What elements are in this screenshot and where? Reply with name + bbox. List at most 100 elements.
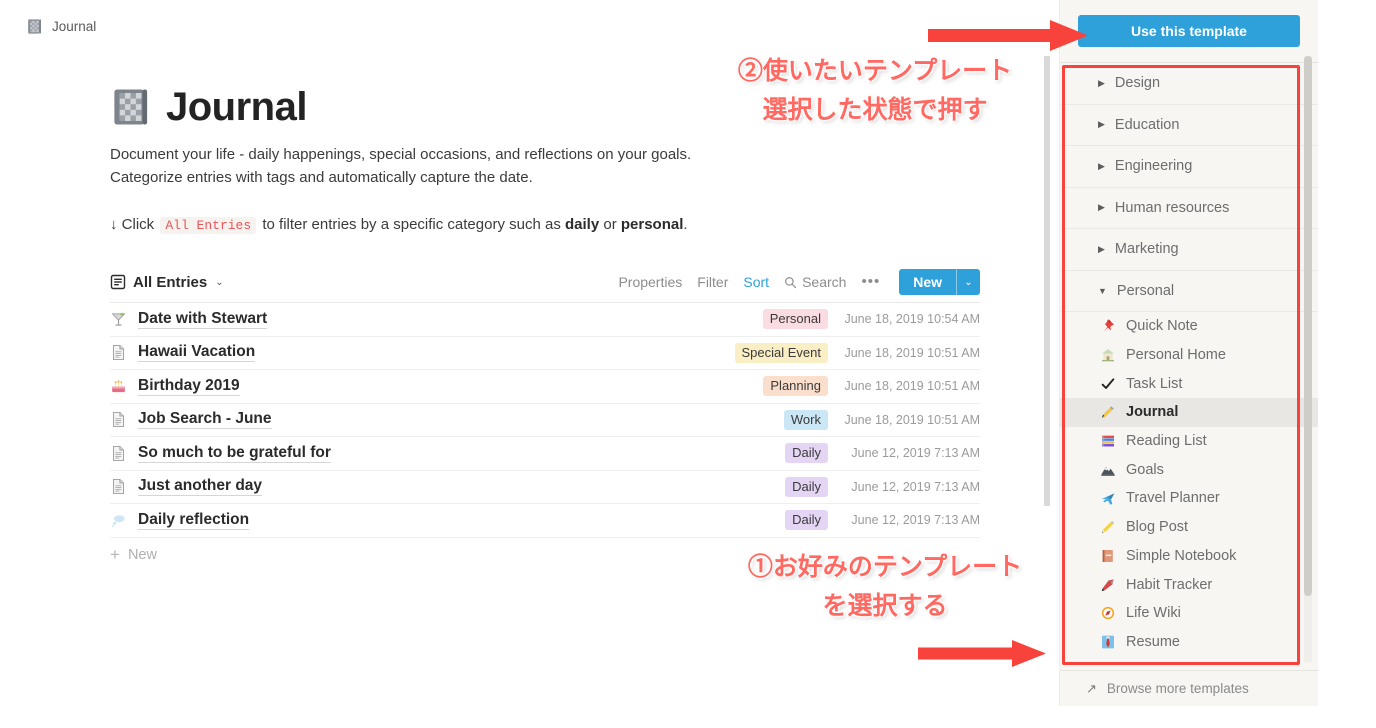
template-category-label: Human resources — [1114, 199, 1230, 216]
entry-title[interactable]: Date with Stewart — [138, 310, 268, 329]
template-item-habit-tracker[interactable]: Habit Tracker — [1060, 570, 1318, 599]
check-mark-icon — [1101, 378, 1115, 389]
template-item-personal-home[interactable]: Personal Home — [1060, 341, 1318, 370]
page-title-row: Journal — [110, 86, 980, 128]
entry-title[interactable]: Birthday 2019 — [138, 377, 240, 396]
new-button[interactable]: New — [899, 269, 956, 296]
template-scrollbar-thumb[interactable] — [1304, 56, 1312, 596]
pen-icon — [1102, 406, 1114, 419]
triangle-right-icon: ▶ — [1098, 119, 1105, 130]
template-item-reading-list[interactable]: Reading List — [1060, 427, 1318, 456]
entry-title[interactable]: Hawaii Vacation — [138, 343, 256, 363]
template-item-label: Simple Notebook — [1126, 547, 1237, 564]
table-row[interactable]: Just another day Daily June 12, 2019 7:13 … — [110, 471, 980, 505]
browse-more-templates[interactable]: ↗ Browse more templates — [1060, 670, 1318, 706]
template-item-task-list[interactable]: Task List — [1060, 369, 1318, 398]
use-this-template-button[interactable]: Use this template — [1078, 15, 1300, 47]
chevron-down-icon: ⌄ — [215, 276, 224, 288]
hint-prefix: ↓ Click — [110, 215, 155, 233]
entry-title[interactable]: So much to be grateful for — [138, 444, 331, 463]
triangle-right-icon: ▶ — [1098, 202, 1105, 213]
template-category-personal[interactable]: ▼ Personal — [1060, 271, 1318, 312]
template-item-blog-post[interactable]: Blog Post — [1060, 513, 1318, 542]
entry-date: June 12, 2019 7:13 AM — [851, 513, 980, 528]
entry-date: June 18, 2019 10:51 AM — [844, 412, 980, 427]
books-icon — [1102, 435, 1114, 447]
hint-bold-personal: personal — [620, 215, 684, 233]
template-item-life-wiki[interactable]: Life Wiki — [1060, 599, 1318, 628]
filter-button[interactable]: Filter — [697, 274, 728, 290]
template-item-label: Life Wiki — [1126, 605, 1181, 622]
all-entries-code-chip[interactable]: All Entries — [160, 216, 257, 234]
entry-tag[interactable]: Daily — [785, 443, 828, 464]
view-selector[interactable]: All Entries ⌄ — [110, 274, 224, 291]
template-item-label: Goals — [1126, 461, 1164, 478]
template-category-human-resources[interactable]: ▶ Human resources — [1060, 188, 1318, 229]
new-button-group: New ⌄ — [899, 269, 980, 296]
template-item-simple-notebook[interactable]: Simple Notebook — [1060, 542, 1318, 571]
thought-balloon-icon — [111, 515, 125, 527]
template-item-label: Blog Post — [1126, 519, 1189, 536]
entry-tag[interactable]: Planning — [763, 376, 828, 397]
entry-tag[interactable]: Daily — [785, 476, 828, 497]
entry-title[interactable]: Job Search - June — [138, 410, 272, 430]
template-item-label: Travel Planner — [1126, 490, 1220, 507]
document-body: Journal Document your life - daily happe… — [110, 86, 980, 572]
hint-suffix: . — [683, 215, 688, 233]
page-title: Journal — [166, 85, 307, 129]
entry-title[interactable]: Just another day — [138, 477, 263, 497]
template-item-journal[interactable]: Journal — [1060, 398, 1318, 427]
template-category-label: Education — [1114, 116, 1180, 133]
new-entry-row[interactable]: + New — [110, 538, 980, 572]
entry-meta: Daily June 12, 2019 7:13 AM — [785, 443, 980, 464]
entry-date: June 12, 2019 7:13 AM — [851, 446, 980, 461]
entry-tag[interactable]: Daily — [785, 510, 828, 531]
triangle-right-icon: ▶ — [1098, 160, 1105, 171]
table-row[interactable]: Birthday 2019 Planning June 18, 2019 10:51… — [110, 370, 980, 404]
template-item-travel-planner[interactable]: Travel Planner — [1060, 484, 1318, 513]
hint-bold-daily: daily — [565, 215, 600, 233]
table-row[interactable]: Daily reflection Daily June 12, 2019 7:13 … — [110, 504, 980, 538]
birthday-cake-icon — [112, 380, 125, 393]
template-item-quick-note[interactable]: Quick Note — [1060, 312, 1318, 341]
template-category-design[interactable]: ▶ Design — [1060, 63, 1318, 105]
breadcrumb[interactable]: Journal — [26, 18, 96, 35]
template-category-label: Engineering — [1114, 158, 1193, 175]
template-item-label: Resume — [1126, 633, 1180, 650]
entry-date: June 18, 2019 10:51 AM — [844, 379, 980, 394]
sort-button[interactable]: Sort — [743, 274, 769, 290]
template-item-resume[interactable]: Resume — [1060, 628, 1318, 657]
template-item-label: Personal Home — [1126, 347, 1226, 364]
table-row[interactable]: So much to be grateful for Daily June 12, … — [110, 437, 980, 471]
page-description: Document your life - daily happenings, s… — [110, 146, 692, 186]
notebook-icon — [28, 19, 41, 34]
entry-meta: Daily June 12, 2019 7:13 AM — [785, 510, 980, 531]
view-name: All Entries — [133, 273, 208, 291]
template-category-marketing[interactable]: ▶ Marketing — [1060, 229, 1318, 271]
notebook-emoji — [114, 89, 148, 125]
main-scrollbar[interactable] — [1044, 56, 1050, 506]
dart-pen-icon — [1101, 578, 1114, 591]
search-label: Search — [802, 274, 847, 291]
triangle-right-icon: ▶ — [1098, 77, 1105, 88]
entry-tag[interactable]: Special Event — [734, 342, 828, 363]
entry-tag[interactable]: Personal — [762, 309, 828, 330]
new-entry-label: New — [127, 546, 157, 563]
search-button[interactable]: Search — [784, 274, 846, 290]
page-icon — [113, 345, 124, 361]
template-item-label: Quick Note — [1126, 318, 1198, 335]
entry-date: June 18, 2019 10:51 AM — [844, 345, 980, 360]
table-row[interactable]: Hawaii Vacation Special Event June 18, 201… — [110, 337, 980, 371]
template-category-engineering[interactable]: ▶ Engineering — [1060, 146, 1318, 188]
more-options-icon[interactable]: ••• — [861, 274, 880, 289]
app-root: Journal Journal Document your life - dai… — [0, 0, 1376, 728]
properties-button[interactable]: Properties — [618, 274, 682, 290]
template-category-education[interactable]: ▶ Education — [1060, 105, 1318, 146]
new-button-caret-icon[interactable]: ⌄ — [956, 269, 980, 296]
entry-title[interactable]: Daily reflection — [138, 511, 250, 530]
database-toolbar: All Entries ⌄ Properties Filter Sort Sea… — [110, 268, 980, 296]
table-row[interactable]: Date with Stewart Personal June 18, 2019 1… — [110, 303, 980, 337]
template-item-goals[interactable]: Goals — [1060, 455, 1318, 484]
table-row[interactable]: Job Search - June Work June 18, 2019 10:51… — [110, 404, 980, 438]
entry-tag[interactable]: Work — [783, 409, 828, 430]
